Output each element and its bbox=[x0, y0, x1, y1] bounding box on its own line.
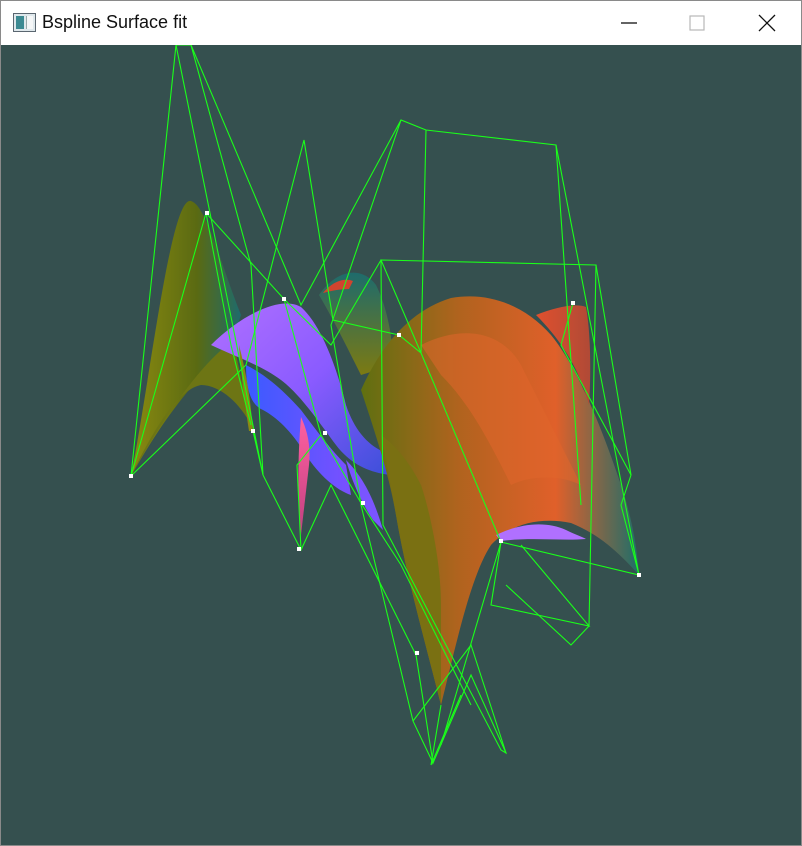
control-point bbox=[571, 301, 575, 305]
control-point bbox=[251, 429, 255, 433]
control-point bbox=[415, 651, 419, 655]
control-point bbox=[499, 539, 503, 543]
surface-render bbox=[129, 45, 641, 766]
maximize-icon bbox=[689, 15, 705, 31]
app-icon bbox=[13, 13, 36, 32]
opengl-viewport[interactable] bbox=[1, 45, 801, 845]
minimize-icon bbox=[621, 22, 637, 24]
control-point bbox=[361, 501, 365, 505]
app-window: Bspline Surface fit bbox=[0, 0, 802, 846]
control-point bbox=[297, 547, 301, 551]
window-title: Bspline Surface fit bbox=[42, 12, 188, 32]
control-point bbox=[282, 297, 286, 301]
close-button[interactable] bbox=[733, 1, 801, 45]
close-icon bbox=[758, 14, 776, 32]
control-point bbox=[205, 211, 209, 215]
title-bar[interactable]: Bspline Surface fit bbox=[1, 1, 801, 45]
control-point bbox=[637, 573, 641, 577]
minimize-button[interactable] bbox=[595, 1, 663, 45]
maximize-button[interactable] bbox=[663, 1, 731, 45]
control-point bbox=[323, 431, 327, 435]
control-point bbox=[129, 474, 133, 478]
control-point bbox=[397, 333, 401, 337]
